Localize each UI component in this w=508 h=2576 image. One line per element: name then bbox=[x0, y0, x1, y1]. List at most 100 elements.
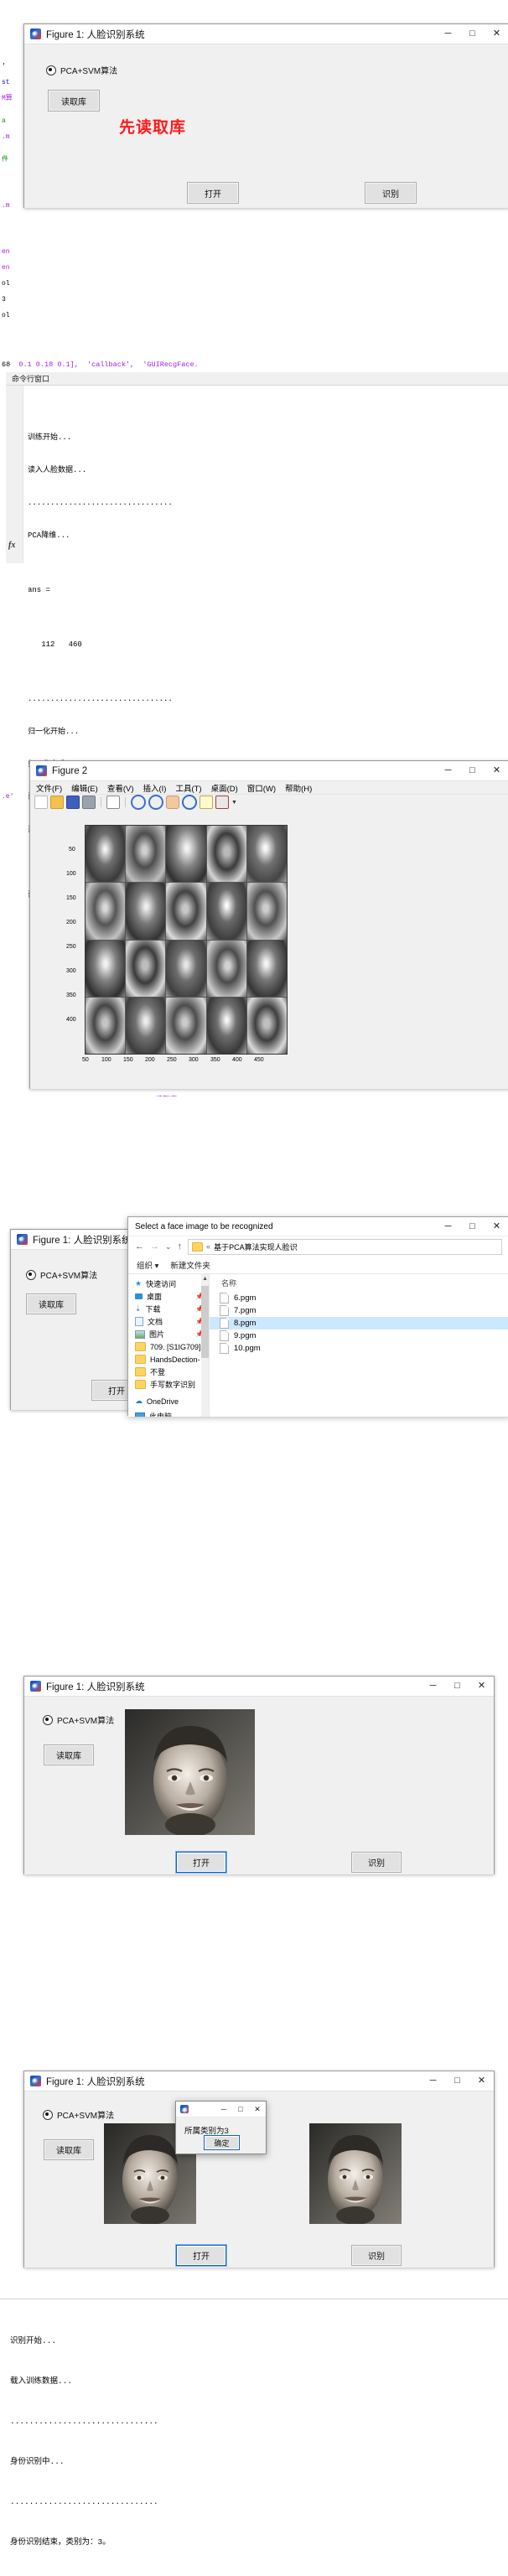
minimize-button[interactable]: ─ bbox=[436, 24, 460, 44]
nav-pane-scrollbar[interactable]: ▲ bbox=[201, 1274, 209, 1417]
figure2-toolbar[interactable]: ▼ bbox=[30, 794, 508, 810]
maximize-button[interactable]: □ bbox=[445, 2071, 469, 2091]
recognize-button[interactable]: 识别 bbox=[351, 2245, 402, 2266]
zoom-out-icon[interactable] bbox=[148, 795, 163, 810]
final-command-window[interactable]: 识别开始... 载入训练数据... ......................… bbox=[0, 2299, 508, 2576]
read-database-button[interactable]: 读取库 bbox=[44, 1744, 94, 1765]
ok-button[interactable]: 确定 bbox=[204, 2135, 240, 2150]
back-icon[interactable]: ← bbox=[135, 1241, 144, 1252]
minimize-button[interactable]: ─ bbox=[215, 2102, 232, 2117]
file-list-pane[interactable]: 名称 6.pgm 7.pgm 8.pgm 9.pgm 10.pgm bbox=[210, 1274, 508, 1417]
close-button[interactable]: ✕ bbox=[485, 1217, 508, 1236]
tree-item-folder-handsdection[interactable]: HandsDection- bbox=[128, 1353, 209, 1366]
file-dialog-navbar[interactable]: ← → ⌄ ↑ « 基于PCA算法实现人脸识 bbox=[128, 1236, 508, 1257]
file-row[interactable]: 10.pgm bbox=[210, 1342, 508, 1355]
column-header-name[interactable]: 名称 bbox=[210, 1278, 508, 1292]
forward-icon[interactable]: → bbox=[150, 1241, 159, 1252]
open-button[interactable]: 打开 bbox=[187, 182, 239, 204]
menu-insert[interactable]: 插入(I) bbox=[143, 782, 166, 794]
pointer-icon[interactable] bbox=[106, 796, 120, 809]
tree-item-pictures[interactable]: 图片 📌 bbox=[128, 1328, 209, 1340]
command-window[interactable]: 命令行窗口 fx 训练开始... 读入人脸数据... .............… bbox=[6, 372, 508, 899]
figure1-titlebar[interactable]: Figure 1: 人脸识别系统 ─ □ ✕ bbox=[24, 2071, 494, 2091]
minimize-button[interactable]: ─ bbox=[436, 1217, 460, 1236]
file-dialog-titlebar[interactable]: Select a face image to be recognized ─ □… bbox=[128, 1217, 508, 1236]
result-message-dialog[interactable]: ─ □ ✕ 所属类别为3 确定 bbox=[175, 2101, 267, 2154]
radio-icon[interactable] bbox=[43, 2109, 53, 2120]
maximize-button[interactable]: □ bbox=[232, 2102, 249, 2117]
breadcrumb[interactable]: « 基于PCA算法实现人脸识 bbox=[188, 1238, 502, 1255]
figure1-window-initial[interactable]: Figure 1: 人脸识别系统 ─ □ ✕ PCA+SVM算法 读取库 先读取… bbox=[23, 23, 508, 208]
file-row[interactable]: 7.pgm bbox=[210, 1304, 508, 1317]
rotate-icon[interactable] bbox=[182, 795, 197, 810]
up-icon[interactable]: ↑ bbox=[178, 1241, 183, 1252]
menu-edit[interactable]: 编辑(E) bbox=[71, 782, 98, 794]
navigation-pane[interactable]: ★ 快速访问 桌面 📌 ⇣ 下载 📌 文档 📌 图片 📌 709. [S1IG7… bbox=[128, 1274, 210, 1417]
organize-button[interactable]: 组织 ▾ bbox=[137, 1259, 158, 1271]
figure1-titlebar[interactable]: Figure 1: 人脸识别系统 ─ □ ✕ bbox=[24, 24, 508, 44]
maximize-button[interactable]: □ bbox=[460, 1217, 485, 1236]
menu-file[interactable]: 文件(F) bbox=[36, 782, 62, 794]
algorithm-radio-row[interactable]: PCA+SVM算法 bbox=[46, 64, 117, 76]
open-folder-icon[interactable] bbox=[50, 796, 64, 809]
algorithm-radio-row[interactable]: PCA+SVM算法 bbox=[26, 1268, 97, 1281]
figure2-titlebar[interactable]: Figure 2 ─ □ ✕ bbox=[30, 761, 508, 781]
datatip-icon[interactable] bbox=[200, 796, 213, 809]
zoom-in-icon[interactable] bbox=[131, 795, 146, 810]
open-button[interactable]: 打开 bbox=[176, 2245, 226, 2266]
brush-icon[interactable] bbox=[215, 796, 229, 809]
tree-item-onedrive[interactable]: ☁ OneDrive bbox=[128, 1395, 209, 1407]
tree-item-downloads[interactable]: ⇣ 下载 📌 bbox=[128, 1303, 209, 1315]
recognize-button[interactable]: 识别 bbox=[351, 1852, 402, 1873]
tree-item-folder-handwriting[interactable]: 手写数字识别 bbox=[128, 1378, 209, 1391]
figure1-window-loaded[interactable]: Figure 1: 人脸识别系统 ─ □ ✕ PCA+SVM算法 读取库 打开 … bbox=[23, 1676, 495, 1874]
file-open-dialog[interactable]: Select a face image to be recognized ─ □… bbox=[127, 1216, 508, 1417]
algorithm-radio-row[interactable]: PCA+SVM算法 bbox=[43, 2108, 114, 2121]
figure2-window[interactable]: Figure 2 ─ □ ✕ 文件(F) 编辑(E) 查看(V) 插入(I) 工… bbox=[29, 760, 508, 1089]
maximize-button[interactable]: □ bbox=[460, 24, 485, 44]
menu-view[interactable]: 查看(V) bbox=[107, 782, 134, 794]
tree-item-folder-709[interactable]: 709. [S1IG709] bbox=[128, 1340, 209, 1353]
minimize-button[interactable]: ─ bbox=[421, 1677, 445, 1696]
read-database-button[interactable]: 读取库 bbox=[48, 90, 100, 111]
minimize-button[interactable]: ─ bbox=[436, 761, 460, 780]
tree-item-this-pc[interactable]: 此电脑 bbox=[128, 1410, 209, 1417]
maximize-button[interactable]: □ bbox=[460, 761, 485, 780]
command-window-output[interactable]: fx 训练开始... 读入人脸数据... ...................… bbox=[6, 386, 508, 899]
tree-item-documents[interactable]: 文档 📌 bbox=[128, 1315, 209, 1328]
file-row[interactable]: 6.pgm bbox=[210, 1292, 508, 1304]
algorithm-radio-row[interactable]: PCA+SVM算法 bbox=[43, 1713, 114, 1726]
new-file-icon[interactable] bbox=[34, 796, 48, 809]
radio-icon[interactable] bbox=[46, 65, 56, 75]
tree-item-quick-access[interactable]: ★ 快速访问 bbox=[128, 1278, 209, 1290]
menu-help[interactable]: 帮助(H) bbox=[285, 782, 312, 794]
scrollbar-thumb[interactable] bbox=[201, 1286, 209, 1358]
close-button[interactable]: ✕ bbox=[249, 2102, 266, 2117]
chevron-up-icon[interactable]: ▲ bbox=[202, 1276, 208, 1282]
final-console-output[interactable]: 识别开始... 载入训练数据... ......................… bbox=[0, 2299, 508, 2576]
print-icon[interactable] bbox=[82, 796, 96, 809]
file-row[interactable]: 9.pgm bbox=[210, 1329, 508, 1342]
menu-desktop[interactable]: 桌面(D) bbox=[211, 782, 238, 794]
menu-tools[interactable]: 工具(T) bbox=[175, 782, 201, 794]
figure2-menubar[interactable]: 文件(F) 编辑(E) 查看(V) 插入(I) 工具(T) 桌面(D) 窗口(W… bbox=[30, 781, 508, 794]
recent-locations-icon[interactable]: ⌄ bbox=[165, 1242, 172, 1252]
maximize-button[interactable]: □ bbox=[445, 1677, 469, 1696]
minimize-button[interactable]: ─ bbox=[421, 2071, 445, 2091]
tree-item-desktop[interactable]: 桌面 📌 bbox=[128, 1290, 209, 1303]
radio-icon[interactable] bbox=[26, 1269, 36, 1280]
read-database-button[interactable]: 读取库 bbox=[44, 2139, 94, 2160]
read-database-button[interactable]: 读取库 bbox=[26, 1293, 76, 1314]
figure1-titlebar[interactable]: Figure 1: 人脸识别系统 ─ □ ✕ bbox=[24, 1677, 494, 1697]
close-button[interactable]: ✕ bbox=[469, 2071, 494, 2091]
close-button[interactable]: ✕ bbox=[485, 761, 508, 780]
file-row-selected[interactable]: 8.pgm bbox=[210, 1317, 508, 1329]
new-folder-button[interactable]: 新建文件夹 bbox=[170, 1259, 210, 1271]
save-icon[interactable] bbox=[66, 796, 80, 809]
result-dialog-titlebar[interactable]: ─ □ ✕ bbox=[176, 2102, 266, 2117]
close-button[interactable]: ✕ bbox=[485, 24, 508, 44]
chevron-down-icon[interactable]: ▼ bbox=[231, 800, 237, 806]
file-dialog-commandbar[interactable]: 组织 ▾ 新建文件夹 bbox=[128, 1257, 508, 1274]
tree-item-folder-budeng[interactable]: 不登 bbox=[128, 1366, 209, 1378]
radio-icon[interactable] bbox=[43, 1714, 53, 1725]
